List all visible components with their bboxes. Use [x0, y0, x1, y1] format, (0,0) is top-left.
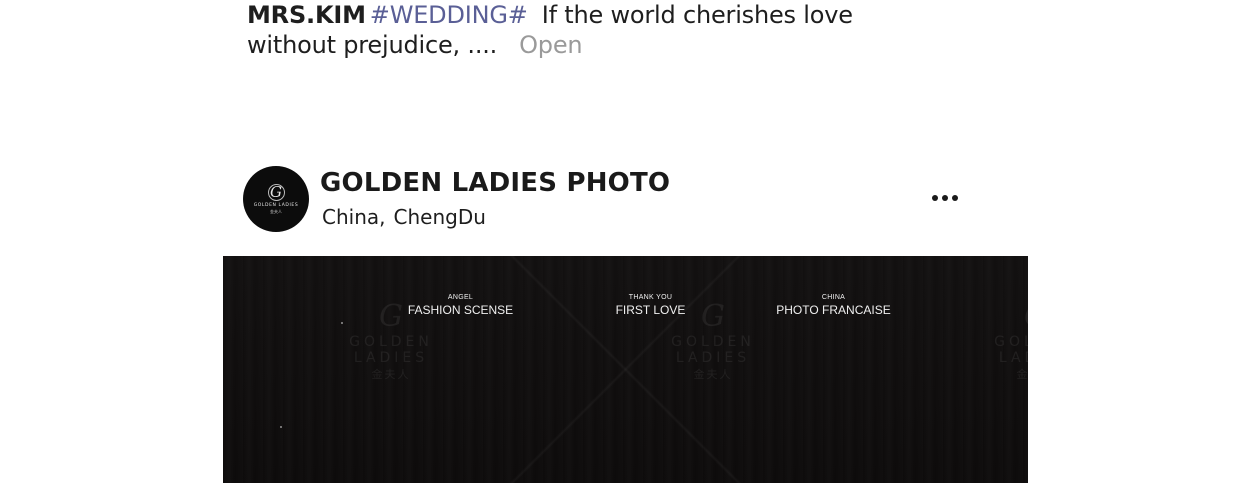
watermark-sub: 金夫人 — [693, 368, 733, 381]
post-caption: MRS.KIM #WEDDING# If the world cherishes l… — [247, 0, 947, 60]
dot — [932, 195, 938, 201]
watermark-brand: GOLDEN LADIES — [671, 334, 755, 366]
dot — [952, 195, 958, 201]
avatar-sub-text: 金夫人 — [270, 209, 282, 214]
more-dots-icon[interactable] — [929, 186, 961, 210]
photo-label-small: CHINA — [821, 294, 846, 301]
watermark-brand: GOLDEN LADIES — [994, 334, 1028, 366]
photo-label-small: THANK YOU — [628, 294, 673, 301]
avatar-logo-icon: G — [267, 184, 285, 201]
watermark-brand: GOLDEN LADIES — [349, 334, 433, 366]
watermark: G GOLDEN LADIES 金夫人 — [956, 300, 1028, 382]
caption-username[interactable]: MRS.KIM — [247, 1, 366, 29]
photo-speck — [341, 322, 343, 324]
account-avatar[interactable]: G GOLDEN LADIES 金夫人 — [243, 166, 309, 232]
photo-label: THANK YOU FIRST LOVE — [598, 293, 703, 318]
photo-label-big: FIRST LOVE — [615, 303, 686, 317]
photo-label: ANGEL FASHION SCENSE — [393, 293, 528, 318]
post-header: G GOLDEN LADIES 金夫人 GOLDEN LADIES PHOTO … — [243, 166, 963, 234]
dot — [942, 195, 948, 201]
watermark-logo-icon: G — [956, 300, 1028, 334]
watermark-sub: 金夫人 — [371, 368, 411, 381]
caption-open-link[interactable]: Open — [519, 31, 583, 59]
photo-label-big: FASHION SCENSE — [407, 303, 514, 317]
post-photo[interactable]: G GOLDEN LADIES 金夫人 G GOLDEN LADIES 金夫人 … — [223, 256, 1028, 483]
watermark-sub: 金夫人 — [1016, 368, 1029, 381]
location-country: China, — [322, 205, 386, 229]
post-location[interactable]: China, ChengDu — [322, 205, 486, 229]
photo-label-big: PHOTO FRANCAISE — [776, 303, 891, 317]
photo-label: CHINA PHOTO FRANCAISE — [766, 293, 901, 318]
photo-speck — [280, 426, 282, 428]
location-city: ChengDu — [393, 205, 486, 229]
caption-hashtag[interactable]: #WEDDING# — [370, 1, 528, 29]
account-name[interactable]: GOLDEN LADIES PHOTO — [320, 168, 670, 198]
photo-label-small: ANGEL — [447, 294, 474, 301]
